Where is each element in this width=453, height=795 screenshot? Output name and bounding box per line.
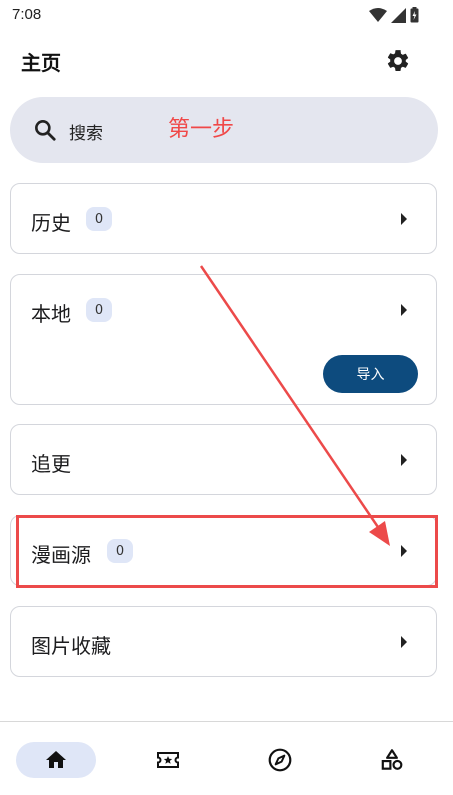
status-icons	[369, 7, 419, 23]
comic-source-title: 漫画源	[31, 543, 91, 567]
local-count-badge: 0	[86, 298, 112, 322]
wifi-icon	[369, 7, 387, 22]
gear-icon	[387, 50, 409, 71]
history-title: 历史	[31, 211, 71, 235]
local-card[interactable]: 本地 0 导入	[10, 274, 437, 405]
status-bar: 7:08	[0, 0, 453, 30]
chevron-right-icon	[401, 213, 407, 225]
home-icon	[46, 751, 66, 768]
categories-icon	[381, 749, 403, 770]
compass-icon	[268, 748, 292, 772]
import-button[interactable]: 导入	[323, 355, 418, 393]
search-bar[interactable]: 搜索 第一步	[10, 97, 438, 163]
ticket-icon	[157, 752, 179, 768]
nav-categories[interactable]	[352, 742, 432, 778]
chevron-right-icon	[401, 304, 407, 316]
nav-explore[interactable]	[240, 742, 320, 778]
comic-source-count-badge: 0	[107, 539, 133, 563]
local-title: 本地	[31, 302, 71, 326]
chevron-right-icon[interactable]	[399, 544, 409, 558]
nav-home[interactable]	[16, 742, 96, 778]
history-card[interactable]: 历史 0	[10, 183, 437, 254]
follow-updates-title: 追更	[31, 452, 71, 476]
search-icon	[35, 120, 56, 141]
page-title: 主页	[21, 51, 61, 75]
search-placeholder: 搜索	[69, 124, 103, 144]
bottom-navigation	[0, 721, 453, 795]
annotation-step-label: 第一步	[168, 117, 235, 142]
comic-source-card[interactable]: 漫画源 0	[10, 515, 437, 586]
image-favorites-card[interactable]: 图片收藏	[10, 606, 437, 677]
battery-icon	[410, 7, 419, 23]
history-count-badge: 0	[86, 207, 112, 231]
chevron-right-icon	[401, 454, 407, 466]
image-favorites-title: 图片收藏	[31, 634, 111, 658]
status-time: 7:08	[12, 6, 42, 23]
nav-ticket[interactable]	[128, 742, 208, 778]
signal-icon	[391, 7, 406, 23]
chevron-right-icon	[401, 636, 407, 648]
settings-button[interactable]	[381, 44, 415, 78]
follow-updates-card[interactable]: 追更	[10, 424, 437, 495]
app-header: 主页	[0, 38, 453, 82]
